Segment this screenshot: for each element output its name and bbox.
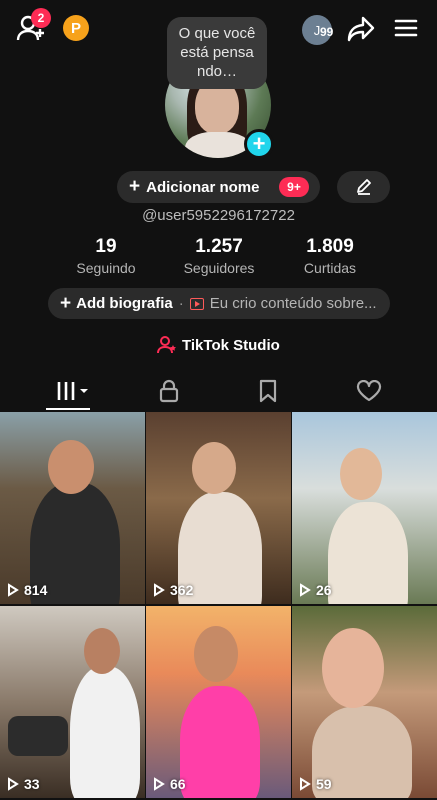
- promo-coin-icon[interactable]: P: [63, 15, 89, 41]
- notification-badge: 2: [31, 8, 51, 28]
- name-badge: 9+: [279, 177, 309, 197]
- stat-following[interactable]: 19 Seguindo: [51, 236, 161, 276]
- tab-liked[interactable]: [319, 371, 419, 411]
- play-icon: [154, 583, 165, 597]
- view-count: 26: [299, 582, 332, 598]
- stat-followers[interactable]: 1.257 Seguidores: [164, 236, 274, 276]
- play-icon: [8, 583, 19, 597]
- tab-private[interactable]: [119, 371, 219, 411]
- view-count: 59: [299, 776, 332, 792]
- play-icon: [8, 777, 19, 791]
- video-thumbnail[interactable]: 362: [146, 412, 291, 604]
- bookmark-icon: [259, 379, 277, 403]
- play-icon: [300, 583, 311, 597]
- account-count: 99: [320, 25, 334, 39]
- bio-hint: Eu crio conteúdo sobre...: [209, 295, 377, 312]
- tab-videos[interactable]: [23, 371, 123, 411]
- share-icon[interactable]: [346, 14, 376, 44]
- view-count: 362: [153, 582, 193, 598]
- video-thumbnail[interactable]: 814: [0, 412, 145, 604]
- active-tab-indicator: [46, 408, 90, 410]
- video-suggestion-icon: [189, 297, 204, 310]
- lock-icon: [159, 379, 179, 403]
- add-story-plus-icon[interactable]: +: [244, 129, 274, 159]
- grid-bars-icon: [57, 382, 88, 400]
- edit-profile-button[interactable]: [337, 171, 390, 203]
- heart-icon: [356, 380, 382, 402]
- username: @user5952296172722: [142, 207, 295, 224]
- studio-person-icon: [157, 336, 176, 354]
- add-bio-label: Add biografia: [76, 295, 173, 312]
- stat-likes[interactable]: 1.809 Curtidas: [275, 236, 385, 276]
- video-thumbnail[interactable]: 59: [292, 606, 437, 798]
- video-thumbnail[interactable]: 33: [0, 606, 145, 798]
- video-grid: 814 362 26 33 66 59: [0, 412, 437, 800]
- plus-icon: +: [129, 176, 141, 197]
- tab-saved[interactable]: [218, 371, 318, 411]
- play-icon: [154, 777, 165, 791]
- pencil-icon: [356, 179, 371, 195]
- plus-icon: +: [60, 292, 72, 314]
- add-name-label: Adicionar nome: [146, 178, 260, 196]
- play-icon: [300, 777, 311, 791]
- view-count: 66: [153, 776, 186, 792]
- tiktok-studio-link[interactable]: TikTok Studio: [157, 334, 280, 356]
- video-thumbnail[interactable]: 26: [292, 412, 437, 604]
- studio-label: TikTok Studio: [182, 336, 280, 354]
- thought-bubble[interactable]: O que você está pensa ndo…: [167, 17, 267, 89]
- profile-stats: 19 Seguindo 1.257 Seguidores 1.809 Curti…: [0, 236, 437, 280]
- video-thumbnail[interactable]: 66: [146, 606, 291, 798]
- add-bio-button[interactable]: + Add biografia · Eu crio conteúdo sobre…: [48, 288, 390, 319]
- view-count: 814: [7, 582, 47, 598]
- content-tabs: [0, 371, 437, 411]
- menu-icon[interactable]: [392, 14, 420, 42]
- bio-separator: ·: [178, 295, 184, 312]
- view-count: 33: [7, 776, 40, 792]
